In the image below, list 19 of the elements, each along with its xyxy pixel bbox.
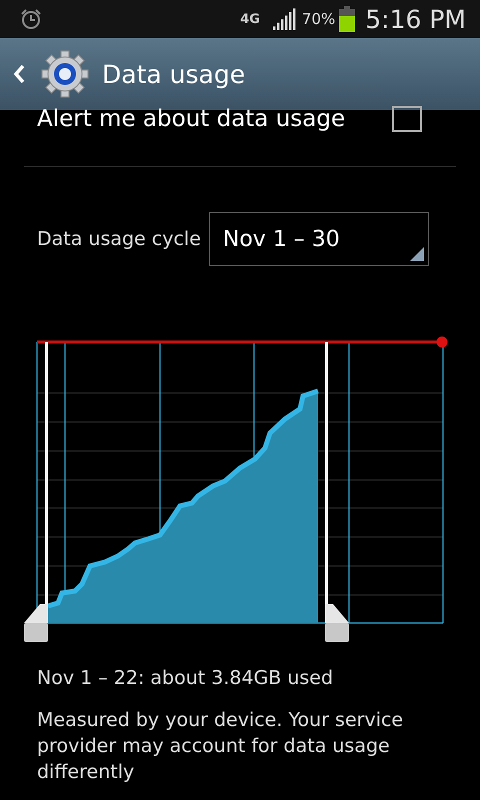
range-handle[interactable]	[325, 342, 349, 642]
range-handle[interactable]	[24, 342, 48, 642]
cycle-dropdown[interactable]: Nov 1 – 30	[208, 212, 429, 266]
back-icon[interactable]	[12, 63, 26, 85]
cycle-label: Data usage cycle	[37, 228, 201, 250]
usage-summary: Nov 1 – 22: about 3.84GB used	[37, 667, 334, 689]
screen-title: Data usage	[102, 60, 246, 88]
alarm-icon	[20, 8, 42, 30]
limit-line[interactable]	[37, 336, 448, 348]
gear-icon	[40, 49, 90, 99]
dropdown-corner-icon	[410, 247, 424, 261]
measurement-note: Measured by your device. Your service provider may account for data usage differently	[37, 708, 404, 785]
checkbox[interactable]	[392, 106, 422, 132]
clock: 5:16 PM	[365, 4, 466, 34]
battery-percent: 70%	[302, 10, 336, 28]
battery-icon	[339, 6, 356, 32]
setting-label: Alert me about data usage	[37, 106, 346, 132]
signal-icon	[272, 8, 298, 30]
network-type: 4G	[240, 12, 260, 26]
